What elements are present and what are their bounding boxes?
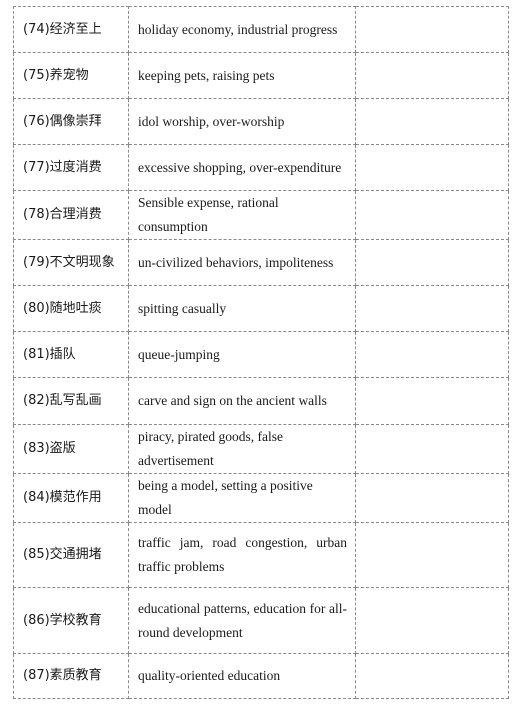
english-cell: carve and sign on the ancient walls xyxy=(128,377,356,425)
english-cell: un-civilized behaviors, impoliteness xyxy=(128,239,356,286)
table-row: (87)素质教育 quality-oriented education xyxy=(13,653,509,699)
term-cell: (78)合理消费 xyxy=(13,190,129,240)
blank-cell xyxy=(355,377,509,425)
english-cell: educational patterns, education for all-… xyxy=(128,587,356,654)
table-row: (85)交通拥堵 traffic jam, road congestion, u… xyxy=(13,522,509,588)
blank-cell xyxy=(355,6,509,53)
table-row: (75)养宠物 keeping pets, raising pets xyxy=(13,52,509,99)
table-row: (76)偶像崇拜 idol worship, over-worship xyxy=(13,98,509,145)
blank-cell xyxy=(355,522,509,588)
blank-cell xyxy=(355,587,509,654)
term-cell: (74)经济至上 xyxy=(13,6,129,53)
blank-cell xyxy=(355,239,509,286)
term-cell: (86)学校教育 xyxy=(13,587,129,654)
table-row: (80)随地吐痰 spitting casually xyxy=(13,285,509,332)
table-row: (77)过度消费 excessive shopping, over-expend… xyxy=(13,144,509,191)
blank-cell xyxy=(355,473,509,523)
blank-cell xyxy=(355,424,509,474)
english-cell: keeping pets, raising pets xyxy=(128,52,356,99)
english-cell: queue-jumping xyxy=(128,331,356,378)
term-cell: (79)不文明现象 xyxy=(13,239,129,286)
english-cell: piracy, pirated goods, false advertiseme… xyxy=(128,424,356,474)
table-row: (79)不文明现象 un-civilized behaviors, impoli… xyxy=(13,239,509,286)
english-cell: Sensible expense, rational consumption xyxy=(128,190,356,240)
english-cell: traffic jam, road congestion, urban traf… xyxy=(128,522,356,588)
table-row: (84)模范作用 being a model, setting a positi… xyxy=(13,473,509,523)
table-row: (78)合理消费 Sensible expense, rational cons… xyxy=(13,190,509,240)
blank-cell xyxy=(355,98,509,145)
english-cell: spitting casually xyxy=(128,285,356,332)
table-row: (81)插队 queue-jumping xyxy=(13,331,509,378)
english-cell: idol worship, over-worship xyxy=(128,98,356,145)
table-row: (82)乱写乱画 carve and sign on the ancient w… xyxy=(13,377,509,425)
term-cell: (83)盗版 xyxy=(13,424,129,474)
vocabulary-table: (74)经济至上 holiday economy, industrial pro… xyxy=(13,6,509,699)
english-cell: being a model, setting a positive model xyxy=(128,473,356,523)
english-cell: excessive shopping, over-expenditure xyxy=(128,144,356,191)
term-cell: (75)养宠物 xyxy=(13,52,129,99)
table-row: (83)盗版 piracy, pirated goods, false adve… xyxy=(13,424,509,474)
table-row: (74)经济至上 holiday economy, industrial pro… xyxy=(13,6,509,53)
term-cell: (77)过度消费 xyxy=(13,144,129,191)
blank-cell xyxy=(355,653,509,699)
blank-cell xyxy=(355,331,509,378)
term-cell: (76)偶像崇拜 xyxy=(13,98,129,145)
blank-cell xyxy=(355,190,509,240)
term-cell: (85)交通拥堵 xyxy=(13,522,129,588)
term-cell: (81)插队 xyxy=(13,331,129,378)
term-cell: (84)模范作用 xyxy=(13,473,129,523)
term-cell: (87)素质教育 xyxy=(13,653,129,699)
term-cell: (80)随地吐痰 xyxy=(13,285,129,332)
english-cell: quality-oriented education xyxy=(128,653,356,699)
term-cell: (82)乱写乱画 xyxy=(13,377,129,425)
blank-cell xyxy=(355,52,509,99)
blank-cell xyxy=(355,144,509,191)
table-row: (86)学校教育 educational patterns, education… xyxy=(13,587,509,654)
blank-cell xyxy=(355,285,509,332)
english-cell: holiday economy, industrial progress xyxy=(128,6,356,53)
